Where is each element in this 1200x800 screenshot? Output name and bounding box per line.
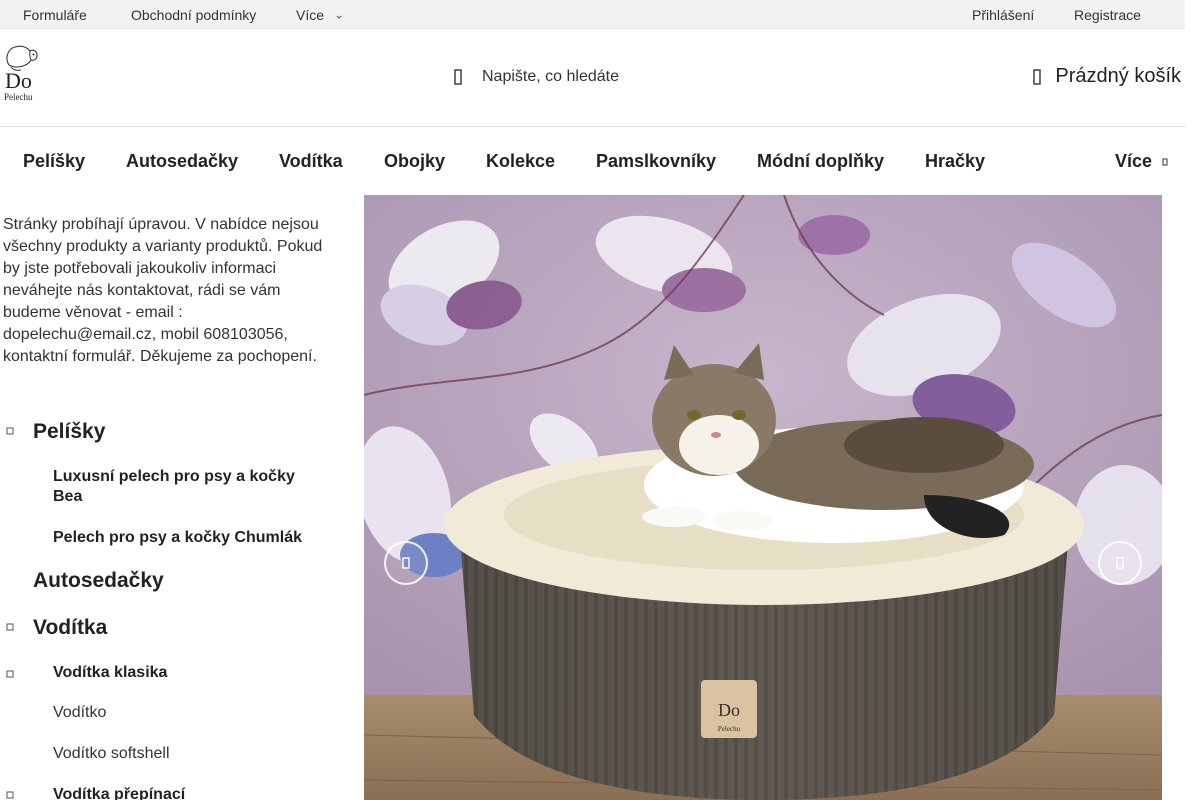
cart-label: Prázdný košík (1055, 65, 1181, 87)
banner-image: Do Pelechu (364, 195, 1162, 800)
register-link[interactable]: Registrace (1074, 7, 1141, 23)
nav-item-modni-doplnky[interactable]: Módní doplňky (757, 151, 884, 172)
cart-icon (1033, 68, 1042, 85)
top-link-formulare[interactable]: Formuláře (23, 7, 87, 23)
bed-logo-sub: Pelechu (718, 725, 741, 733)
carousel-next-button[interactable] (1098, 541, 1142, 585)
expand-toggle-icon[interactable] (6, 670, 14, 678)
sidebar-item-voditko-softshell[interactable]: Vodítko softshell (53, 745, 170, 763)
chevron-left-icon (402, 557, 410, 569)
nav-more-label: Více (1114, 151, 1152, 171)
top-link-more-label: Více (296, 7, 325, 23)
chevron-down-icon (336, 15, 342, 19)
main-navigation: Pelíšky Autosedačky Vodítka Obojky Kolek… (0, 127, 1185, 195)
chevron-right-icon (1116, 557, 1124, 569)
maintenance-notice: Stránky probíhají úpravou. V nabídce nej… (3, 216, 323, 365)
sidebar-item-voditko[interactable]: Vodítko (53, 704, 106, 722)
top-utility-bar: Formuláře Obchodní podmínky Více Přihláš… (0, 0, 1185, 29)
carousel-prev-button[interactable] (384, 541, 428, 585)
search-icon[interactable] (452, 68, 464, 86)
sidebar-category-pelisky[interactable]: Pelíšky (33, 420, 105, 444)
sidebar-item-voditka-klasika[interactable]: Vodítka klasika (53, 663, 323, 683)
login-link[interactable]: Přihlášení (972, 7, 1034, 23)
expand-toggle-icon[interactable] (6, 427, 14, 435)
expand-toggle-icon[interactable] (6, 791, 14, 799)
hero-carousel[interactable]: Do Pelechu (364, 195, 1162, 800)
logo-subtitle: Pelechu (4, 92, 33, 102)
sidebar-item-luxusni-pelech[interactable]: Luxusní pelech pro psy a kočky Bea (53, 467, 323, 507)
search-box[interactable] (452, 65, 702, 89)
nav-item-voditka[interactable]: Vodítka (279, 151, 343, 172)
nav-item-pamslkovniky[interactable]: Pamslkovníky (596, 151, 716, 172)
site-logo[interactable]: Do Pelechu (3, 43, 43, 103)
cart-button[interactable]: Prázdný košík (1031, 65, 1181, 88)
sidebar-item-pelech-chumlak[interactable]: Pelech pro psy a kočky Chumlák (53, 528, 323, 548)
top-link-more[interactable]: Více (296, 7, 344, 23)
nav-more-button[interactable]: Více (1115, 151, 1169, 172)
bed-logo-word: Do (718, 700, 740, 720)
nav-item-obojky[interactable]: Obojky (384, 151, 445, 172)
sidebar-item-voditka-prepinaci[interactable]: Vodítka přepínací (53, 785, 323, 800)
sidebar-category-autosedacky[interactable]: Autosedačky (33, 569, 164, 593)
nav-item-pelisky[interactable]: Pelíšky (23, 151, 85, 172)
nav-item-kolekce[interactable]: Kolekce (486, 151, 555, 172)
nav-item-autosedacky[interactable]: Autosedačky (126, 151, 238, 172)
search-input[interactable] (482, 68, 702, 86)
site-header: Do Pelechu Prázdný košík (0, 29, 1185, 127)
expand-toggle-icon[interactable] (6, 623, 14, 631)
nav-item-hracky[interactable]: Hračky (925, 151, 985, 172)
logo-word: Do (5, 68, 32, 93)
sidebar-category-voditka[interactable]: Vodítka (33, 616, 107, 640)
top-link-obchodni-podminky[interactable]: Obchodní podmínky (131, 7, 256, 23)
chevron-down-icon (1162, 158, 1168, 166)
